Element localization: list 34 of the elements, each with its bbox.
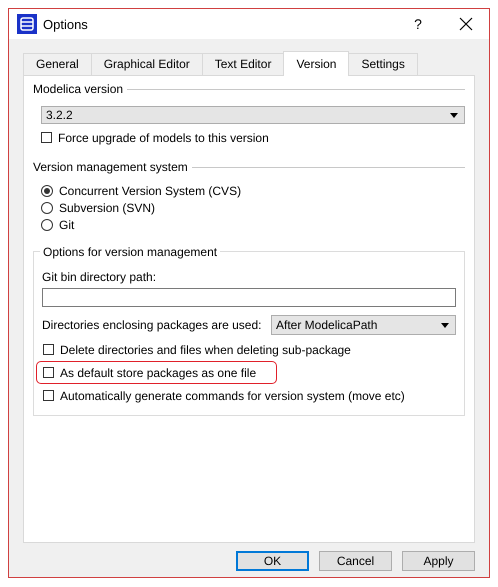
dialog-button[interactable]: Cancel <box>319 551 392 571</box>
radio-button[interactable] <box>41 202 53 214</box>
field-label: Directories enclosing packages are used: <box>42 318 262 332</box>
checkbox-label: Force upgrade of models to this version <box>58 130 269 144</box>
tab[interactable]: General <box>23 53 92 75</box>
checkbox[interactable] <box>43 390 54 401</box>
checkbox-label: As default store packages as one file <box>60 366 256 380</box>
app-icon <box>17 14 37 34</box>
help-button[interactable]: ? <box>403 16 433 32</box>
group-title: Version management system <box>33 160 188 174</box>
radio-button[interactable] <box>41 184 53 196</box>
checkbox-label: Automatically generate commands for version system (move etc) <box>60 388 405 402</box>
caret-icon <box>441 322 449 328</box>
git-path-field[interactable] <box>42 288 456 307</box>
close-icon[interactable] <box>459 17 473 31</box>
tab[interactable]: Settings <box>348 53 418 75</box>
group-title: Options for version management <box>40 245 220 259</box>
field-label: Git bin directory path: <box>42 270 158 284</box>
checkbox[interactable] <box>43 367 54 378</box>
radio-label: Concurrent Version System (CVS) <box>59 184 242 198</box>
checkbox-label: Delete directories and files when deleting sub-package <box>60 342 351 356</box>
tab[interactable]: Version <box>283 51 350 76</box>
window-title: Options <box>43 16 89 32</box>
radio-label: Git <box>59 218 74 232</box>
group-title: Modelica version <box>33 82 124 96</box>
radio-button[interactable] <box>41 218 53 230</box>
version-dropdown[interactable]: 3.2.2 <box>41 106 465 124</box>
checkbox[interactable] <box>41 132 52 143</box>
checkbox[interactable] <box>43 344 54 355</box>
dialog-button[interactable]: Apply <box>402 551 475 571</box>
radio-label: Subversion (SVN) <box>59 200 156 214</box>
dialog-button[interactable]: OK <box>236 551 309 571</box>
directories-dropdown[interactable]: After ModelicaPath <box>271 315 456 335</box>
caret-icon <box>450 112 458 118</box>
